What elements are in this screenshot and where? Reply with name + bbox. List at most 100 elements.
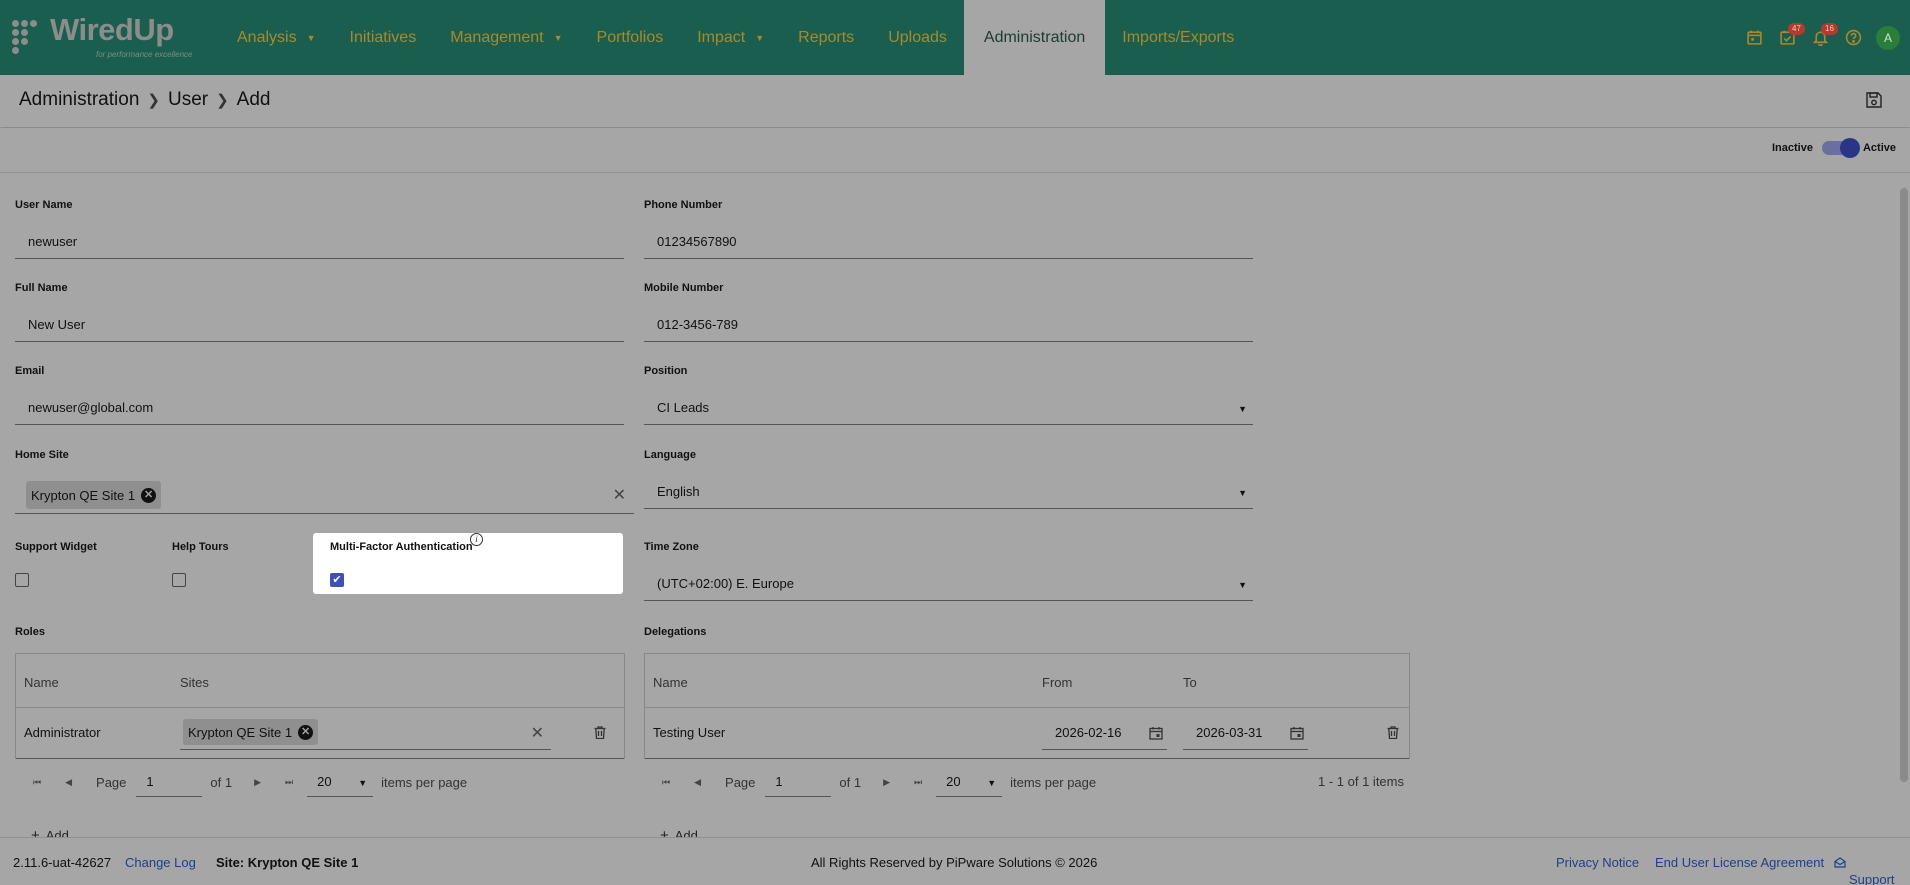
column-header-sites[interactable]: Sites: [180, 675, 209, 690]
next-page-icon[interactable]: ▶: [883, 777, 890, 788]
home-site-select[interactable]: Krypton QE Site 1 ✕ ✕: [15, 477, 634, 514]
email-input[interactable]: newuser@global.com: [15, 391, 624, 425]
info-icon[interactable]: i: [470, 533, 483, 546]
phone-number-input[interactable]: 01234567890: [644, 225, 1253, 259]
table-row: Testing User 2026-02-16 2026-03-31: [645, 709, 1409, 759]
breadcrumb-administration[interactable]: Administration: [19, 89, 139, 111]
change-log-link[interactable]: Change Log: [125, 855, 196, 870]
last-page-icon[interactable]: ⏭: [914, 777, 922, 788]
chip-remove-icon[interactable]: ✕: [298, 724, 314, 740]
chip-label: Krypton QE Site 1: [188, 724, 293, 740]
support-link[interactable]: Support: [1834, 855, 1895, 885]
nav-administration[interactable]: Administration: [963, 0, 1106, 75]
position-value: CI Leads: [657, 400, 710, 415]
nav-label: Imports/Exports: [1122, 28, 1235, 46]
active-toggle[interactable]: [1821, 138, 1860, 158]
mfa-label: Multi-Factor Authentication: [330, 541, 473, 553]
prev-page-icon[interactable]: ◀: [65, 777, 72, 788]
caret-down-icon: ▼: [553, 32, 563, 43]
first-page-icon[interactable]: ⏮: [662, 777, 670, 788]
nav-analysis[interactable]: Analysis ▼: [220, 0, 333, 75]
nav-management[interactable]: Management ▼: [433, 0, 579, 75]
delete-icon[interactable]: [594, 726, 606, 740]
help-icon[interactable]: [1837, 21, 1870, 54]
page-size-select[interactable]: 20 ▼: [936, 767, 1003, 797]
delegations-title: Delegations: [644, 626, 707, 638]
from-date-input[interactable]: 2026-02-16: [1042, 717, 1167, 750]
language-label: Language: [644, 449, 696, 461]
prev-page-icon[interactable]: ◀: [694, 777, 701, 788]
mobile-number-input[interactable]: 012-3456-789: [644, 308, 1253, 342]
nav-impact[interactable]: Impact ▼: [680, 0, 781, 75]
column-header-name[interactable]: Name: [653, 675, 688, 690]
last-page-icon[interactable]: ⏭: [285, 777, 293, 788]
to-date-input[interactable]: 2026-03-31: [1183, 717, 1308, 750]
roles-grid: Name Sites Administrator Krypton QE Site…: [15, 653, 625, 759]
logo-text: WiredUp: [50, 12, 174, 47]
nav-reports[interactable]: Reports: [781, 0, 871, 75]
breadcrumb: Administration ❯ User ❯ Add: [19, 89, 270, 111]
app-logo[interactable]: WiredUp for performance excellence: [12, 12, 202, 60]
phone-number-value: 01234567890: [657, 234, 737, 249]
help-tours-checkbox[interactable]: [172, 573, 186, 587]
calendar-icon[interactable]: [1149, 726, 1163, 740]
position-label: Position: [644, 365, 688, 377]
tasks-icon[interactable]: 47: [1771, 21, 1805, 54]
nav-portfolios[interactable]: Portfolios: [580, 0, 681, 75]
save-icon[interactable]: [1864, 90, 1884, 110]
status-bar: Inactive Active: [0, 128, 1910, 173]
page-size-select[interactable]: 20 ▼: [307, 767, 374, 797]
time-zone-value: (UTC+02:00) E. Europe: [657, 576, 794, 591]
column-header-to[interactable]: To: [1183, 675, 1197, 690]
delegations-grid: Name From To Testing User 2026-02-16 202…: [644, 653, 1410, 759]
page-input[interactable]: 1: [136, 767, 203, 797]
clear-icon[interactable]: ✕: [613, 485, 626, 505]
support-icon: [1834, 857, 1846, 868]
position-select[interactable]: CI Leads ▼: [644, 391, 1253, 425]
calendar-icon[interactable]: [1738, 21, 1771, 54]
chip-remove-icon[interactable]: ✕: [141, 487, 157, 503]
language-value: English: [657, 484, 700, 499]
delete-icon[interactable]: [1387, 726, 1399, 740]
help-tours-field: Help Tours: [172, 541, 312, 591]
calendar-icon[interactable]: [1290, 726, 1304, 740]
role-sites-select[interactable]: Krypton QE Site 1 ✕ ✕: [180, 717, 551, 750]
nav-initiatives[interactable]: Initiatives: [333, 0, 434, 75]
bell-icon[interactable]: 16: [1804, 21, 1838, 54]
role-name: Administrator: [24, 725, 101, 740]
nav-uploads[interactable]: Uploads: [871, 0, 964, 75]
page-input[interactable]: 1: [765, 767, 832, 797]
role-site-chip: Krypton QE Site 1 ✕: [183, 719, 319, 745]
time-zone-select[interactable]: (UTC+02:00) E. Europe ▼: [644, 567, 1253, 601]
eula-link[interactable]: End User License Agreement: [1655, 855, 1824, 870]
caret-down-icon: ▼: [358, 778, 368, 788]
mfa-checkbox[interactable]: ✔: [330, 573, 344, 587]
first-page-icon[interactable]: ⏮: [33, 777, 41, 788]
user-name-input[interactable]: newuser: [15, 225, 624, 259]
table-row: Administrator Krypton QE Site 1 ✕ ✕: [16, 709, 624, 759]
clear-icon[interactable]: ✕: [531, 723, 544, 743]
language-select[interactable]: English ▼: [644, 475, 1253, 509]
delegations-pager: ⏮ ◀ Page 1 of 1 ▶ ⏭ 20 ▼ items per page: [662, 765, 1096, 799]
column-header-name[interactable]: Name: [24, 675, 59, 690]
user-avatar[interactable]: A: [1876, 25, 1900, 50]
next-page-icon[interactable]: ▶: [254, 777, 261, 788]
nav-imports-exports[interactable]: Imports/Exports: [1105, 0, 1251, 75]
caret-down-icon: ▼: [987, 778, 997, 788]
caret-down-icon: ▼: [755, 32, 765, 43]
chevron-right-icon: ❯: [216, 92, 229, 109]
vertical-scrollbar[interactable]: [1900, 188, 1908, 782]
inactive-label: Inactive: [1772, 142, 1813, 154]
caret-down-icon: ▼: [306, 32, 316, 43]
full-name-label: Full Name: [15, 282, 68, 294]
nav-label: Reports: [798, 28, 855, 46]
toggle-knob: [1839, 138, 1860, 158]
full-name-input[interactable]: New User: [15, 308, 624, 342]
support-widget-checkbox[interactable]: [15, 573, 29, 587]
main-nav: Analysis ▼ Initiatives Management ▼ Portfo…: [220, 0, 1251, 75]
footer: 2.11.6-uat-42627 Change Log Site: Krypto…: [0, 837, 1910, 885]
column-header-from[interactable]: From: [1042, 675, 1072, 690]
breadcrumb-user[interactable]: User: [168, 89, 208, 111]
page-size-value: 20: [317, 774, 332, 789]
privacy-notice-link[interactable]: Privacy Notice: [1556, 855, 1639, 870]
